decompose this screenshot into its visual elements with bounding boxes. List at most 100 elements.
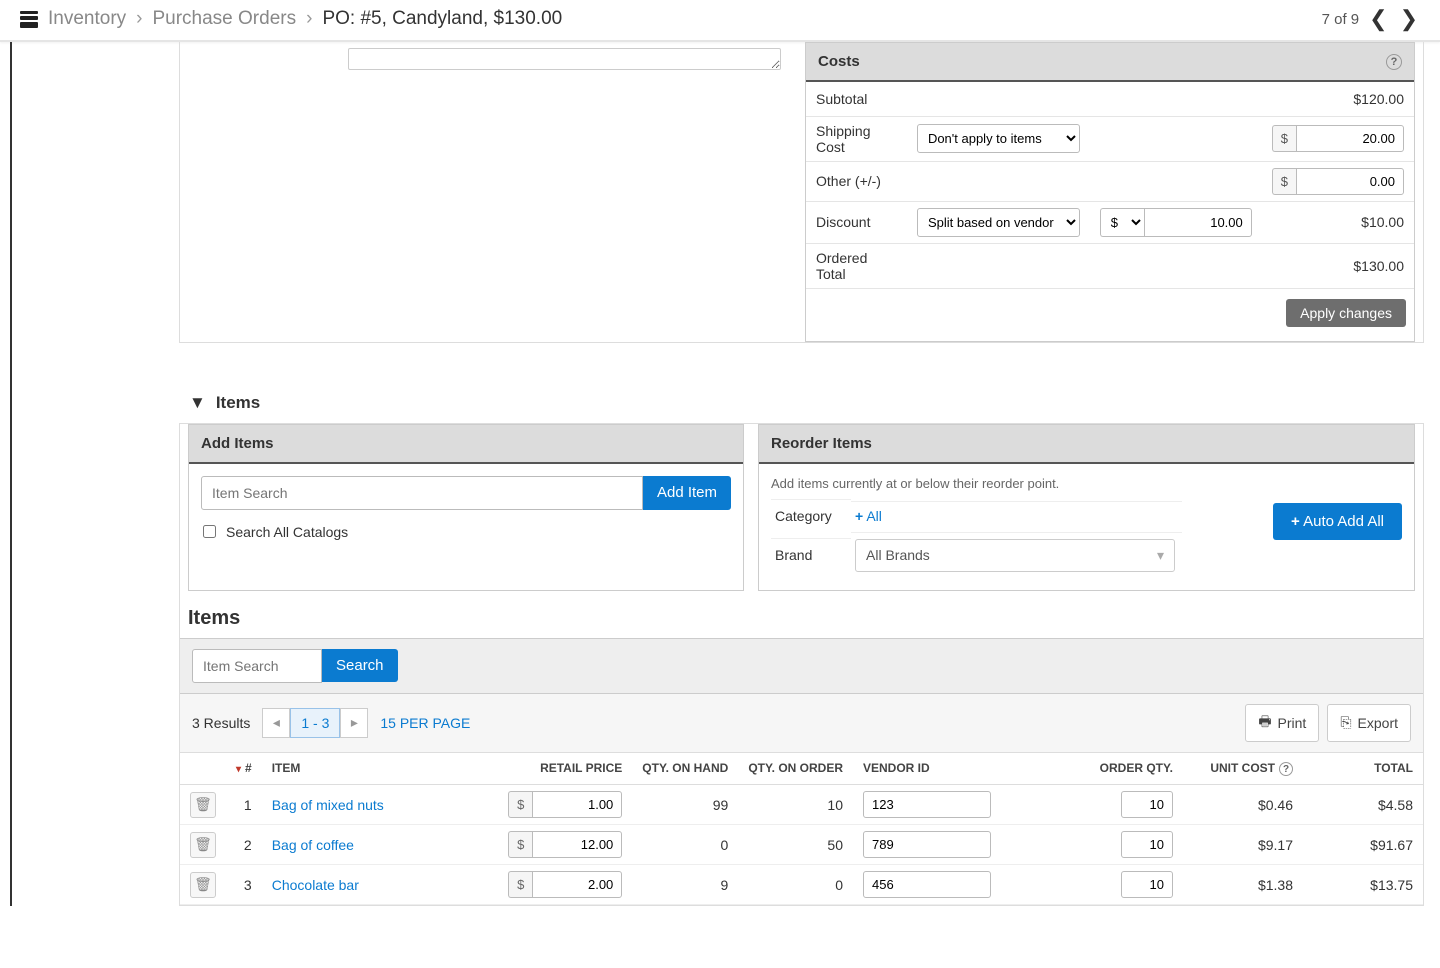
col-unitcost[interactable]: UNIT COST? <box>1183 753 1303 785</box>
retail-price-input[interactable] <box>532 871 622 898</box>
reorder-hint: Add items currently at or below their re… <box>771 476 1402 491</box>
col-retail[interactable]: RETAIL PRICE <box>498 753 632 785</box>
order-qty-input[interactable] <box>1121 871 1173 898</box>
add-item-button[interactable]: Add Item <box>643 476 731 510</box>
notes-textarea[interactable] <box>348 48 781 70</box>
discount-method-select[interactable]: Split based on vendor cost <box>917 208 1080 237</box>
items-section-label: Items <box>216 393 260 413</box>
items-section-toggle[interactable]: ▼ Items <box>179 365 1432 423</box>
items-search-input[interactable] <box>192 649 322 683</box>
pager-next-button[interactable]: ❯ <box>1398 8 1420 30</box>
help-icon[interactable]: ? <box>1279 762 1293 776</box>
qty-on-order: 10 <box>738 785 853 825</box>
other-cost-input[interactable] <box>1296 168 1404 195</box>
row-number: 3 <box>226 865 262 905</box>
col-vendor[interactable]: VENDOR ID <box>853 753 1003 785</box>
qty-on-hand: 0 <box>632 825 738 865</box>
breadcrumb-current: PO: #5, Candyland, $130.00 <box>322 8 562 30</box>
reorder-items-header: Reorder Items <box>771 435 872 452</box>
items-search-button[interactable]: Search <box>322 649 398 682</box>
breadcrumb-purchase-orders[interactable]: Purchase Orders <box>152 8 296 30</box>
discount-unit-select[interactable]: $ <box>1100 208 1144 237</box>
shipping-cost-input[interactable] <box>1296 125 1404 152</box>
print-icon: 🖶 <box>1258 711 1271 735</box>
subtotal-value: $120.00 <box>1262 82 1414 116</box>
discount-label: Discount <box>806 201 907 243</box>
ordered-total-value: $130.00 <box>1262 243 1414 288</box>
brand-select[interactable]: All Brands ▾ <box>855 539 1175 572</box>
delete-row-button[interactable]: 🗑 <box>190 872 216 898</box>
apply-changes-button[interactable]: Apply changes <box>1286 299 1406 327</box>
search-all-catalogs-row[interactable]: Search All Catalogs <box>201 510 731 544</box>
order-qty-input[interactable] <box>1121 831 1173 858</box>
page-prev-button[interactable]: ◂ <box>262 708 290 738</box>
vendor-id-input[interactable] <box>863 871 991 898</box>
retail-price-input[interactable] <box>532 831 622 858</box>
currency-prefix: $ <box>508 791 532 818</box>
delete-row-button[interactable]: 🗑 <box>190 832 216 858</box>
top-bar: Inventory › Purchase Orders › PO: #5, Ca… <box>0 0 1440 42</box>
row-total: $13.75 <box>1303 865 1423 905</box>
app-icon[interactable] <box>20 11 38 27</box>
help-icon[interactable]: ? <box>1386 54 1402 70</box>
col-qoo[interactable]: QTY. ON ORDER <box>738 753 853 785</box>
qty-on-hand: 9 <box>632 865 738 905</box>
chevron-right-icon: › <box>306 8 312 30</box>
unit-cost: $0.46 <box>1183 785 1303 825</box>
row-total: $4.58 <box>1303 785 1423 825</box>
discount-value: $10.00 <box>1262 201 1414 243</box>
col-total[interactable]: TOTAL <box>1303 753 1423 785</box>
brand-label: Brand <box>771 538 851 571</box>
retail-price-input[interactable] <box>532 791 622 818</box>
shipping-apply-select[interactable]: Don't apply to items <box>917 124 1080 153</box>
item-link[interactable]: Chocolate bar <box>272 877 359 893</box>
per-page-select[interactable]: 15 PER PAGE <box>380 715 470 731</box>
breadcrumb-inventory[interactable]: Inventory <box>48 8 126 30</box>
vendor-id-input[interactable] <box>863 831 991 858</box>
vendor-id-input[interactable] <box>863 791 991 818</box>
page-current: 1 - 3 <box>290 708 340 738</box>
add-items-panel: Add Items Add Item Search All Catalogs <box>188 424 744 591</box>
chevron-down-icon: ▼ <box>189 393 206 413</box>
discount-amount-input[interactable] <box>1144 208 1252 237</box>
record-pager: 7 of 9 ❮ ❯ <box>1322 8 1420 30</box>
export-icon: ⎘ <box>1340 714 1351 731</box>
chevron-right-icon: › <box>136 8 142 30</box>
results-count: 3 Results <box>192 715 250 731</box>
col-qoh[interactable]: QTY. ON HAND <box>632 753 738 785</box>
costs-header: Costs <box>818 53 860 70</box>
export-button[interactable]: ⎘Export <box>1327 704 1411 742</box>
item-link[interactable]: Bag of mixed nuts <box>272 797 384 813</box>
sort-desc-icon[interactable]: ▾ <box>236 764 241 775</box>
row-number: 2 <box>226 825 262 865</box>
item-search-input[interactable] <box>201 476 643 510</box>
items-table: ▾# ITEM RETAIL PRICE QTY. ON HAND QTY. O… <box>180 753 1423 906</box>
qty-on-order: 0 <box>738 865 853 905</box>
delete-row-button[interactable]: 🗑 <box>190 792 216 818</box>
unit-cost: $9.17 <box>1183 825 1303 865</box>
print-button[interactable]: 🖶Print <box>1245 704 1319 742</box>
table-row: 🗑3Chocolate bar$90$1.38$13.75 <box>180 865 1423 905</box>
item-link[interactable]: Bag of coffee <box>272 837 354 853</box>
auto-add-all-button[interactable]: + Auto Add All <box>1273 503 1402 540</box>
shipping-label: Shipping Cost <box>806 116 907 161</box>
caret-down-icon: ▾ <box>1157 547 1164 564</box>
search-all-catalogs-checkbox[interactable] <box>203 525 216 538</box>
col-item[interactable]: ITEM <box>262 753 498 785</box>
order-qty-input[interactable] <box>1121 791 1173 818</box>
reorder-items-panel: Reorder Items Add items currently at or … <box>758 424 1415 591</box>
subtotal-label: Subtotal <box>806 82 907 116</box>
currency-prefix: $ <box>1272 125 1296 152</box>
page-next-button[interactable]: ▸ <box>340 708 368 738</box>
search-all-catalogs-label: Search All Catalogs <box>226 524 348 540</box>
ordered-total-label: Ordered Total <box>806 243 907 288</box>
items-heading: Items <box>180 601 1423 638</box>
other-label: Other (+/-) <box>806 161 907 201</box>
brand-select-value: All Brands <box>866 547 930 563</box>
unit-cost: $1.38 <box>1183 865 1303 905</box>
pager-prev-button[interactable]: ❮ <box>1367 8 1389 30</box>
col-orderqty[interactable]: ORDER QTY. <box>1003 753 1183 785</box>
row-total: $91.67 <box>1303 825 1423 865</box>
category-all-link[interactable]: + All <box>855 508 882 524</box>
qty-on-order: 50 <box>738 825 853 865</box>
